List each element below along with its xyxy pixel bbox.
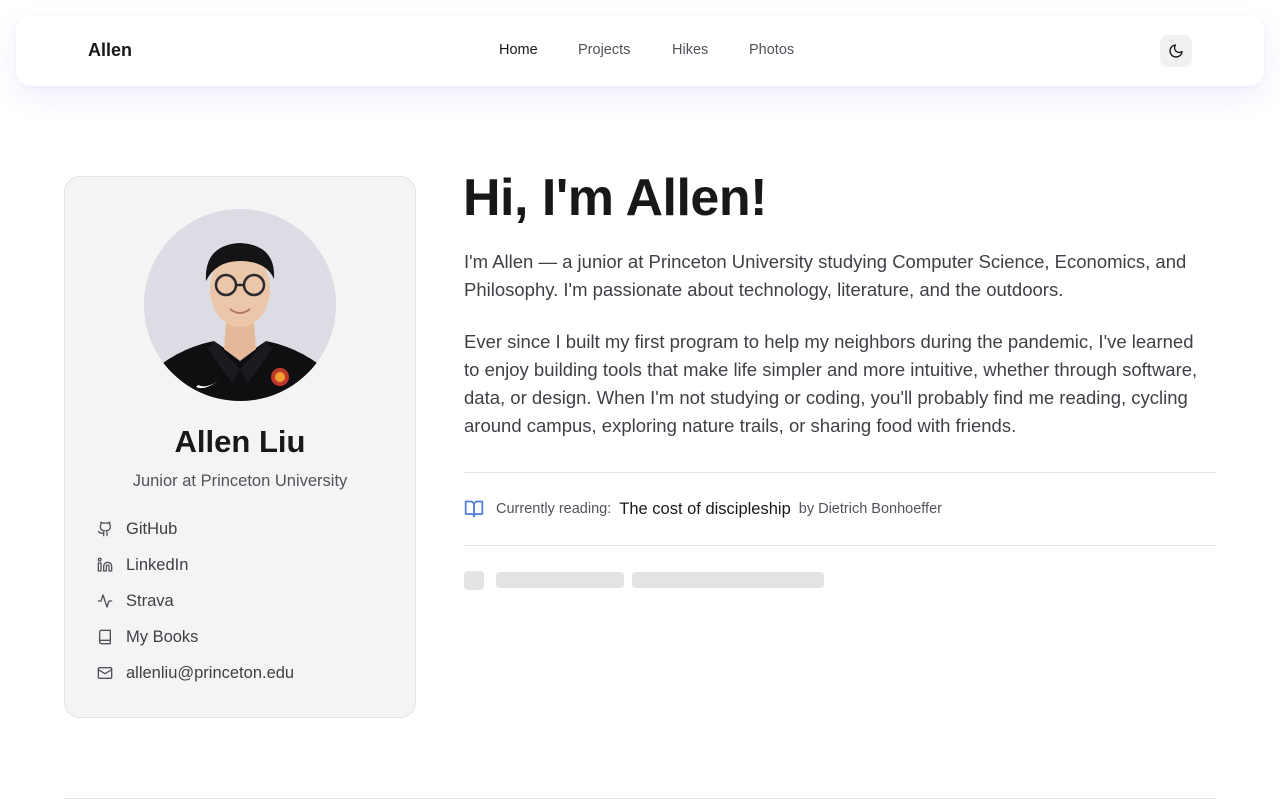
divider <box>464 545 1216 546</box>
skeleton-line-placeholder <box>496 572 624 588</box>
book-title-link[interactable]: The cost of discipleship <box>619 500 791 519</box>
divider <box>464 472 1216 473</box>
brand-link[interactable]: Allen <box>88 40 132 61</box>
story-line: data, or design. When I'm not studying o… <box>464 387 1188 408</box>
linkedin-link[interactable]: LinkedIn <box>97 553 188 577</box>
currently-reading: Currently reading: The cost of disciples… <box>464 497 942 521</box>
nav-home[interactable]: Home <box>499 42 538 58</box>
avatar <box>144 209 336 401</box>
my-books-link[interactable]: My Books <box>97 625 198 649</box>
story-line: around campus, exploring nature trails, … <box>464 415 1017 436</box>
email-link[interactable]: allenliu@princeton.edu <box>97 661 294 685</box>
story-line: Ever since I built my first program to h… <box>464 331 1194 352</box>
page-title: Hi, I'm Allen! <box>463 169 767 227</box>
my-books-label: My Books <box>126 627 199 646</box>
story-line: to enjoy building tools that make life s… <box>464 359 1198 380</box>
book-icon <box>99 629 111 645</box>
intro-line: Philosophy. I'm passionate about technol… <box>464 279 1064 300</box>
github-icon <box>97 521 112 537</box>
book-author: by Dietrich Bonhoeffer <box>798 501 942 517</box>
nav-photos[interactable]: Photos <box>749 42 794 58</box>
reading-label: Currently reading: <box>496 501 612 517</box>
profile-title: Junior at Princeton University <box>132 472 348 490</box>
footer-divider <box>64 798 1216 799</box>
nav-projects[interactable]: Projects <box>578 42 630 58</box>
book-open-icon <box>464 500 484 518</box>
intro-paragraph: I'm Allen — a junior at Princeton Univer… <box>464 248 1216 304</box>
top-navbar: Allen Home Projects Hikes Photos <box>16 16 1264 86</box>
profile-card: Allen Liu Junior at Princeton University… <box>64 176 416 718</box>
email-label: allenliu@princeton.edu <box>126 663 295 682</box>
profile-name: Allen Liu <box>174 424 306 459</box>
moon-icon <box>1169 44 1183 58</box>
github-label: GitHub <box>126 519 178 538</box>
strava-link[interactable]: Strava <box>97 589 174 613</box>
activity-icon <box>97 594 113 608</box>
mail-icon <box>97 667 113 679</box>
strava-label: Strava <box>126 591 174 610</box>
theme-toggle-button[interactable] <box>1160 35 1192 67</box>
skeleton-line-placeholder <box>632 572 824 588</box>
linkedin-icon <box>97 557 113 572</box>
github-link[interactable]: GitHub <box>97 517 177 541</box>
nav-hikes[interactable]: Hikes <box>672 42 708 58</box>
intro-line: I'm Allen — a junior at Princeton Univer… <box>464 251 1187 272</box>
story-paragraph: Ever since I built my first program to h… <box>464 328 1216 440</box>
linkedin-label: LinkedIn <box>126 555 189 574</box>
skeleton-icon-placeholder <box>464 571 484 590</box>
